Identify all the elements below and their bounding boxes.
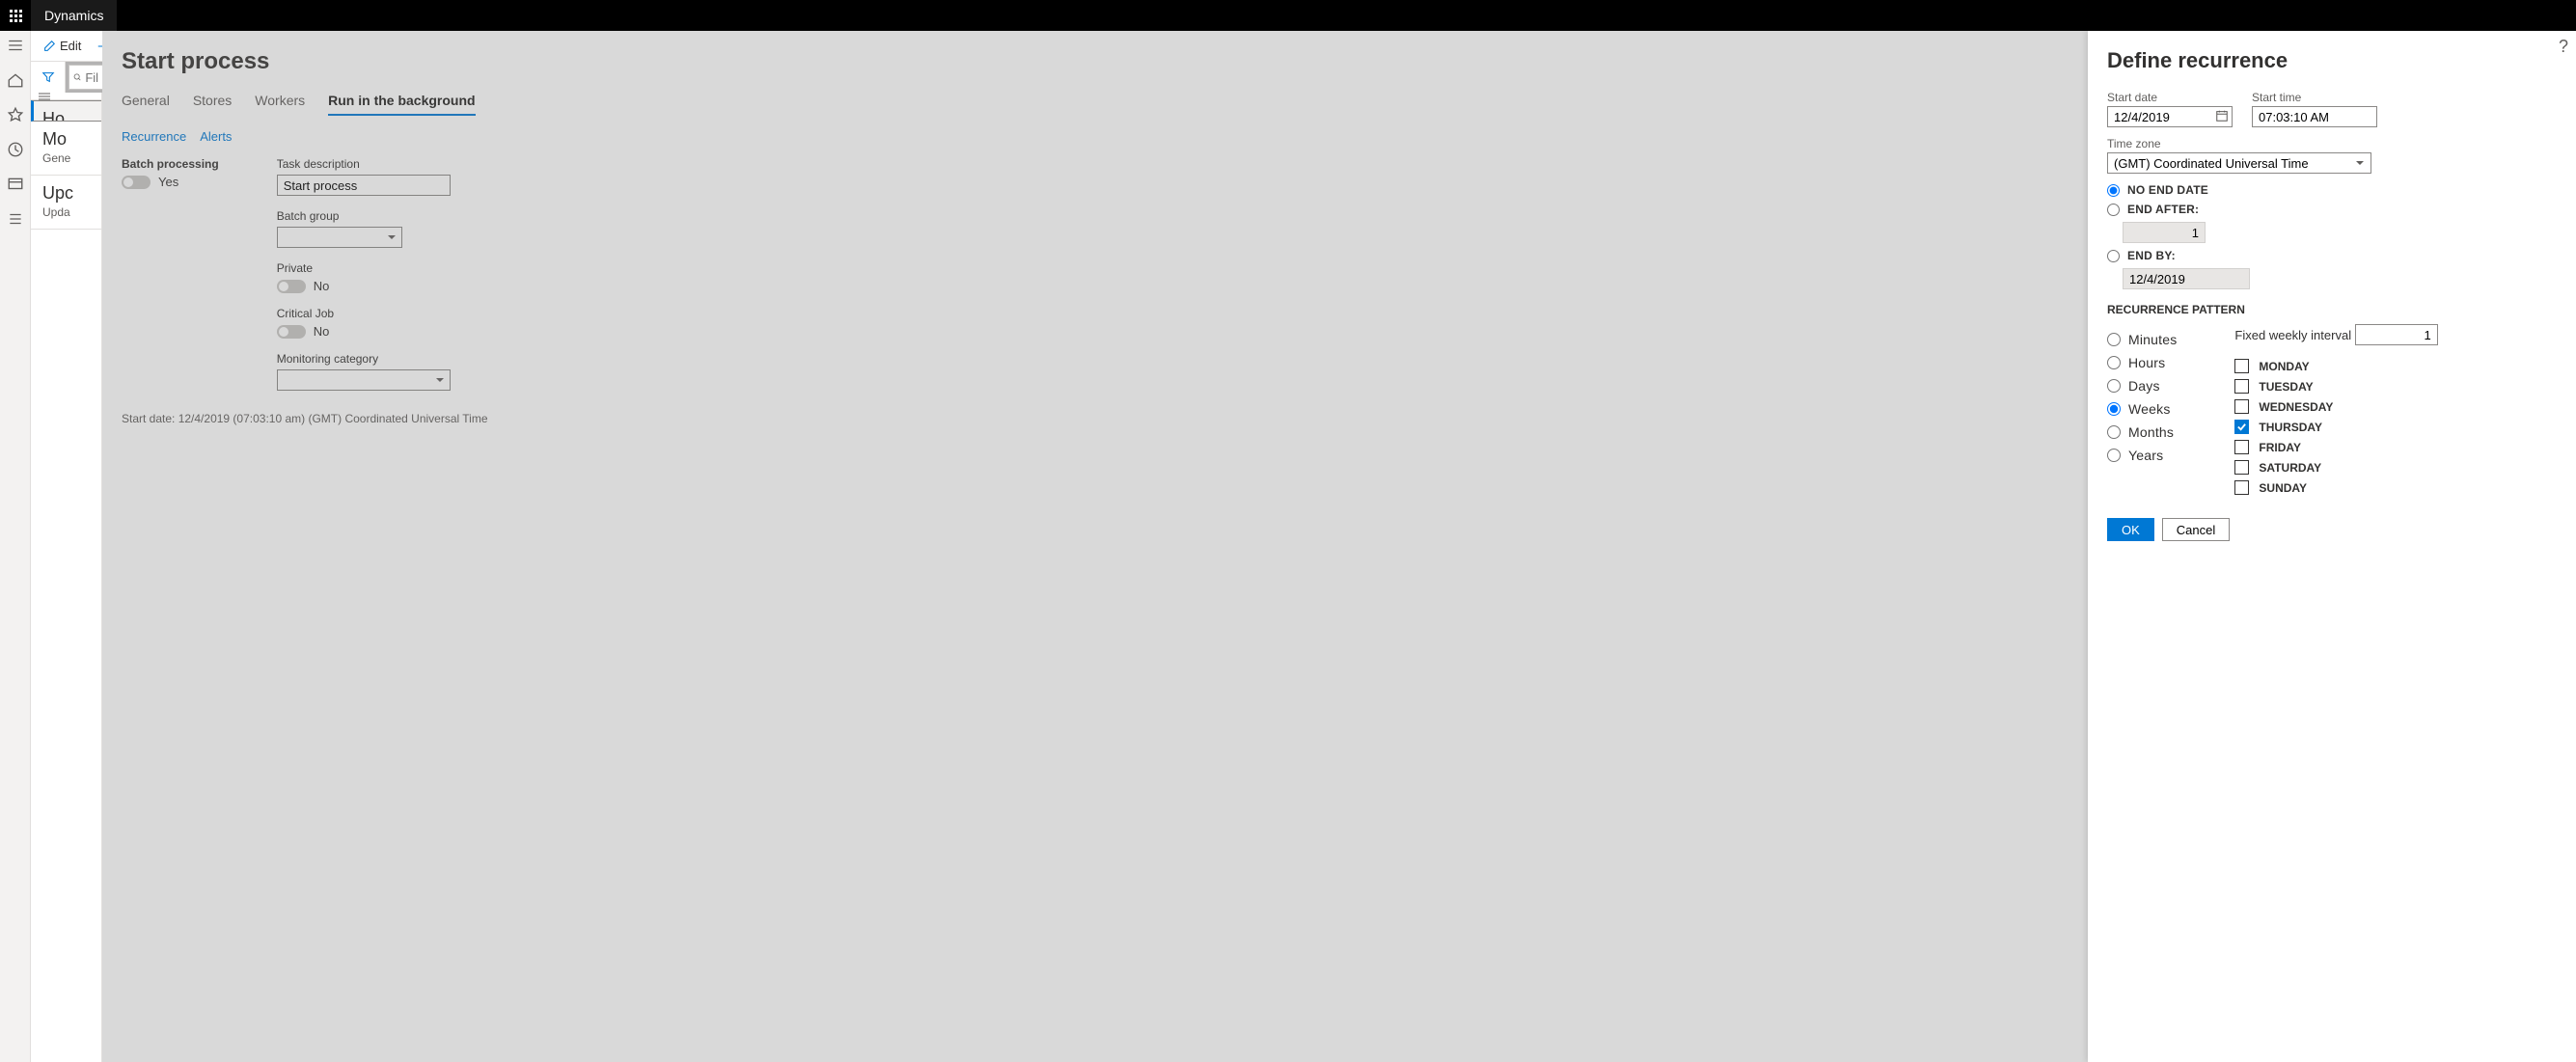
saturday-label: SATURDAY bbox=[2259, 461, 2321, 475]
list-item[interactable]: Mo Gene bbox=[31, 122, 101, 176]
sunday-label: SUNDAY bbox=[2259, 481, 2307, 495]
list-item[interactable]: Upc Upda bbox=[31, 176, 101, 230]
end-by-label: END BY: bbox=[2127, 249, 2176, 262]
thursday-label: THURSDAY bbox=[2259, 421, 2322, 434]
sunday-checkbox[interactable] bbox=[2234, 480, 2249, 495]
list-item-title: Upc bbox=[42, 183, 94, 204]
hamburger-icon[interactable] bbox=[7, 37, 24, 54]
start-time-label: Start time bbox=[2252, 91, 2377, 104]
critical-toggle[interactable] bbox=[277, 325, 306, 339]
star-icon[interactable] bbox=[7, 106, 24, 123]
modules-icon[interactable] bbox=[7, 210, 24, 228]
task-description-label: Task description bbox=[277, 157, 451, 171]
subtab-alerts[interactable]: Alerts bbox=[200, 129, 232, 144]
filter-button[interactable] bbox=[31, 62, 66, 93]
monday-checkbox[interactable] bbox=[2234, 359, 2249, 373]
private-value: No bbox=[314, 279, 330, 293]
no-end-date-label: NO END DATE bbox=[2127, 183, 2208, 197]
help-icon[interactable]: ? bbox=[2559, 37, 2568, 57]
friday-checkbox[interactable] bbox=[2234, 440, 2249, 454]
list-item-title: Ho bbox=[42, 109, 102, 122]
batch-group-label: Batch group bbox=[277, 209, 451, 223]
interval-label: Fixed weekly interval bbox=[2234, 328, 2351, 342]
unit-months-radio[interactable] bbox=[2107, 425, 2121, 439]
left-nav-rail bbox=[0, 31, 31, 1062]
friday-label: FRIDAY bbox=[2259, 441, 2301, 454]
unit-years-label: Years bbox=[2128, 448, 2163, 463]
start-date-line: Start date: 12/4/2019 (07:03:10 am) (GMT… bbox=[122, 412, 2069, 425]
app-name: Dynamics bbox=[31, 0, 117, 31]
timezone-select[interactable] bbox=[2107, 152, 2371, 174]
panel-title: Define recurrence bbox=[2107, 48, 2557, 73]
end-after-label: END AFTER: bbox=[2127, 203, 2199, 216]
home-icon[interactable] bbox=[7, 71, 24, 89]
batch-group-select[interactable] bbox=[277, 227, 402, 248]
tab-run-background[interactable]: Run in the background bbox=[328, 93, 475, 116]
end-by-radio[interactable] bbox=[2107, 250, 2120, 262]
start-time-input[interactable] bbox=[2252, 106, 2377, 127]
unit-weeks-label: Weeks bbox=[2128, 401, 2171, 417]
unit-months-label: Months bbox=[2128, 424, 2174, 440]
end-after-input bbox=[2123, 222, 2206, 243]
monday-label: MONDAY bbox=[2259, 360, 2309, 373]
unit-years-radio[interactable] bbox=[2107, 449, 2121, 462]
tab-workers[interactable]: Workers bbox=[255, 93, 305, 116]
list-handle-icon[interactable] bbox=[31, 93, 101, 100]
list-item-title: Mo bbox=[42, 129, 94, 150]
unit-weeks-radio[interactable] bbox=[2107, 402, 2121, 416]
funnel-icon bbox=[41, 70, 55, 84]
list-item-subtitle: Upda bbox=[42, 205, 94, 219]
start-date-input[interactable] bbox=[2107, 106, 2233, 127]
unit-hours-radio[interactable] bbox=[2107, 356, 2121, 369]
unit-days-label: Days bbox=[2128, 378, 2160, 394]
batch-processing-toggle[interactable] bbox=[122, 176, 151, 189]
monitoring-select[interactable] bbox=[277, 369, 451, 391]
subtab-recurrence[interactable]: Recurrence bbox=[122, 129, 186, 144]
list-item-subtitle: Gene bbox=[42, 151, 94, 165]
end-by-input bbox=[2123, 268, 2250, 289]
saturday-checkbox[interactable] bbox=[2234, 460, 2249, 475]
search-icon bbox=[73, 71, 81, 83]
list-item[interactable]: Ho Prep bbox=[31, 100, 102, 122]
ok-button[interactable]: OK bbox=[2107, 518, 2154, 541]
start-date-label: Start date bbox=[2107, 91, 2233, 104]
tuesday-checkbox[interactable] bbox=[2234, 379, 2249, 394]
edit-label: Edit bbox=[60, 39, 81, 53]
critical-value: No bbox=[314, 324, 330, 339]
private-label: Private bbox=[277, 261, 451, 275]
recent-icon[interactable] bbox=[7, 141, 24, 158]
cancel-button[interactable]: Cancel bbox=[2162, 518, 2230, 541]
monitoring-label: Monitoring category bbox=[277, 352, 451, 366]
pattern-header: RECURRENCE PATTERN bbox=[2107, 303, 2557, 316]
define-recurrence-panel: ? Define recurrence Start date Start tim… bbox=[2088, 31, 2576, 1062]
private-toggle[interactable] bbox=[277, 280, 306, 293]
batch-processing-value: Yes bbox=[158, 175, 178, 189]
unit-minutes-radio[interactable] bbox=[2107, 333, 2121, 346]
tab-strip: General Stores Workers Run in the backgr… bbox=[122, 93, 2069, 116]
critical-label: Critical Job bbox=[277, 307, 451, 320]
batch-processing-label: Batch processing bbox=[122, 157, 219, 171]
tab-general[interactable]: General bbox=[122, 93, 170, 116]
task-description-input[interactable] bbox=[277, 175, 451, 196]
unit-minutes-label: Minutes bbox=[2128, 332, 2177, 347]
tab-stores[interactable]: Stores bbox=[193, 93, 232, 116]
app-launcher-icon[interactable] bbox=[0, 0, 31, 31]
unit-hours-label: Hours bbox=[2128, 355, 2165, 370]
wednesday-checkbox[interactable] bbox=[2234, 399, 2249, 414]
record-list: Ho Prep Mo Gene Upc Upda bbox=[31, 93, 102, 1062]
interval-input[interactable] bbox=[2355, 324, 2438, 345]
page-title: Start process bbox=[122, 48, 2069, 75]
wednesday-label: WEDNESDAY bbox=[2259, 400, 2333, 414]
no-end-date-radio[interactable] bbox=[2107, 184, 2120, 197]
edit-button[interactable]: Edit bbox=[37, 35, 87, 57]
top-bar: Dynamics bbox=[0, 0, 2576, 31]
timezone-label: Time zone bbox=[2107, 137, 2557, 150]
workspace-icon[interactable] bbox=[7, 176, 24, 193]
unit-days-radio[interactable] bbox=[2107, 379, 2121, 393]
tuesday-label: TUESDAY bbox=[2259, 380, 2313, 394]
thursday-checkbox[interactable] bbox=[2234, 420, 2249, 434]
end-after-radio[interactable] bbox=[2107, 204, 2120, 216]
pencil-icon bbox=[42, 40, 56, 53]
